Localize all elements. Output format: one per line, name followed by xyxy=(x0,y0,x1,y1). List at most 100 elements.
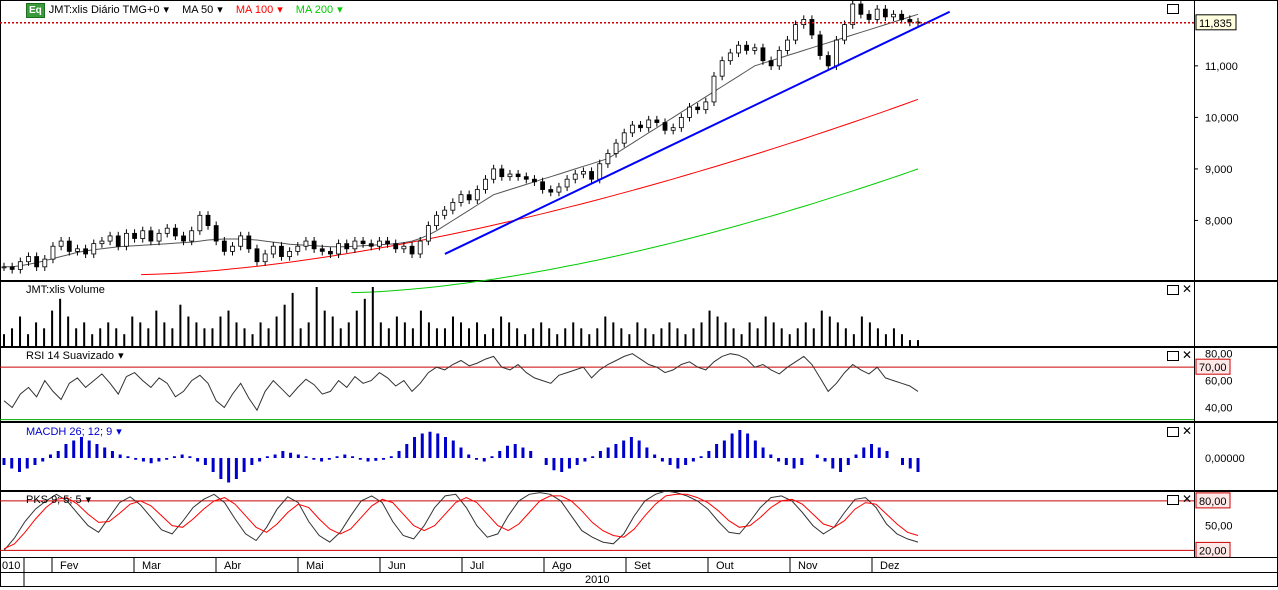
trend-line xyxy=(444,10,951,255)
candle-body xyxy=(776,49,782,67)
maximize-icon[interactable] xyxy=(1167,351,1179,361)
macd-bar xyxy=(529,451,533,458)
candle-body xyxy=(17,261,23,270)
close-icon[interactable]: ✕ xyxy=(1182,349,1192,361)
volume-bar xyxy=(35,322,38,346)
candle-body xyxy=(499,168,505,178)
macd-bar xyxy=(567,458,571,469)
ma100-caret-icon[interactable]: ▾ xyxy=(277,4,283,16)
macd-bar xyxy=(583,458,587,462)
maximize-icon[interactable] xyxy=(1167,285,1179,295)
close-icon[interactable]: ✕ xyxy=(1182,425,1192,437)
macd-bar xyxy=(141,458,145,462)
rsi-caret-icon[interactable]: ▾ xyxy=(118,350,124,362)
ma50-label[interactable]: MA 50 xyxy=(182,4,213,16)
ma200-caret-icon[interactable]: ▾ xyxy=(337,4,343,16)
volume-bar xyxy=(740,334,743,346)
candle-body xyxy=(474,189,480,201)
close-icon[interactable]: ✕ xyxy=(1182,283,1192,295)
candle-body xyxy=(646,119,652,129)
macd-bar xyxy=(72,440,76,458)
macd-bar xyxy=(10,458,14,469)
volume-bar xyxy=(339,328,342,346)
macd-bar xyxy=(165,458,169,460)
volume-bar xyxy=(692,328,695,346)
macd-caret-icon[interactable]: ▾ xyxy=(116,426,122,438)
equity-badge: Eq xyxy=(26,3,45,18)
volume-bar xyxy=(468,328,471,346)
volume-bar xyxy=(652,334,655,346)
macd-bar xyxy=(691,458,695,462)
volume-bar xyxy=(275,316,278,346)
candle-body xyxy=(385,240,390,245)
x-month-label: Jul xyxy=(470,560,484,572)
candle-body xyxy=(156,232,162,242)
volume-bar xyxy=(83,322,86,346)
macd-bar xyxy=(854,454,858,458)
volume-bar xyxy=(163,322,166,346)
macd-bar xyxy=(606,447,610,458)
macd-bar xyxy=(242,458,246,472)
pane-border xyxy=(0,281,1278,347)
volume-bar xyxy=(131,316,134,346)
volume-label[interactable]: JMT:xlis Volume xyxy=(26,284,105,296)
volume-bar xyxy=(636,322,639,346)
candle-body xyxy=(140,230,146,239)
chart-root: 8,000 9,000 10,000 11,000 11,835 40,00 60,00 80… xyxy=(0,0,1278,587)
candle-body xyxy=(26,256,31,263)
ma200-label[interactable]: MA 200 xyxy=(296,4,333,16)
ma50-caret-icon[interactable]: ▾ xyxy=(217,4,223,16)
rsi-label[interactable]: RSI 14 Suavizado xyxy=(26,350,114,362)
macd-bar xyxy=(64,444,68,458)
close-icon[interactable]: ✕ xyxy=(1182,493,1192,505)
volume-bar xyxy=(588,334,591,346)
rsi-upper-label: 70,00 xyxy=(1199,362,1227,374)
pks-label[interactable]: PKS 9; 5; 5 xyxy=(26,494,82,506)
maximize-icon[interactable] xyxy=(1167,495,1179,505)
volume-bar xyxy=(596,328,599,346)
volume-bar xyxy=(435,328,438,346)
volume-bar xyxy=(476,322,479,346)
maximize-icon[interactable] xyxy=(1167,427,1179,437)
dropdown-caret-icon[interactable]: ▾ xyxy=(164,4,170,16)
macd-bar xyxy=(296,454,300,458)
x-month-label: Mar xyxy=(142,560,161,572)
candle-body xyxy=(295,245,301,252)
macd-bar xyxy=(513,444,517,458)
macd-bar xyxy=(110,451,114,458)
candle-body xyxy=(75,248,80,252)
macd-bar xyxy=(118,454,122,458)
candle-body xyxy=(907,19,913,23)
volume-bar xyxy=(115,328,118,346)
macd-bar xyxy=(552,458,556,471)
symbol-label[interactable]: JMT:xlis Diário TMG+0 xyxy=(49,4,160,16)
maximize-icon[interactable] xyxy=(1167,4,1179,14)
macd-label[interactable]: MACDH 26; 12; 9 xyxy=(26,426,112,438)
macd-bar xyxy=(327,458,331,460)
volume-bar xyxy=(524,334,527,346)
x-month-label: Fev xyxy=(60,560,79,572)
ma100-label[interactable]: MA 100 xyxy=(236,4,273,16)
macd-bar xyxy=(885,451,889,458)
macd-bar xyxy=(41,458,45,462)
volume-bar xyxy=(500,316,503,346)
macd-bar xyxy=(227,458,231,483)
volume-bar xyxy=(259,322,262,346)
volume-bar xyxy=(219,316,222,346)
volume-bar xyxy=(548,328,551,346)
macd-bar xyxy=(95,444,99,458)
macd-bar xyxy=(877,447,881,458)
macd-bar xyxy=(413,437,417,458)
pks-caret-icon[interactable]: ▾ xyxy=(86,494,92,506)
candle-body xyxy=(736,44,741,54)
volume-bar xyxy=(395,316,398,346)
candle-body xyxy=(703,101,709,111)
volume-bar xyxy=(892,328,895,346)
candle-body xyxy=(434,214,439,227)
macd-bar xyxy=(591,456,595,458)
macd-bar xyxy=(389,456,393,458)
volume-bar xyxy=(427,322,430,346)
candle-body xyxy=(66,240,72,252)
macd-bar xyxy=(320,458,324,462)
macd-bar xyxy=(777,458,781,462)
